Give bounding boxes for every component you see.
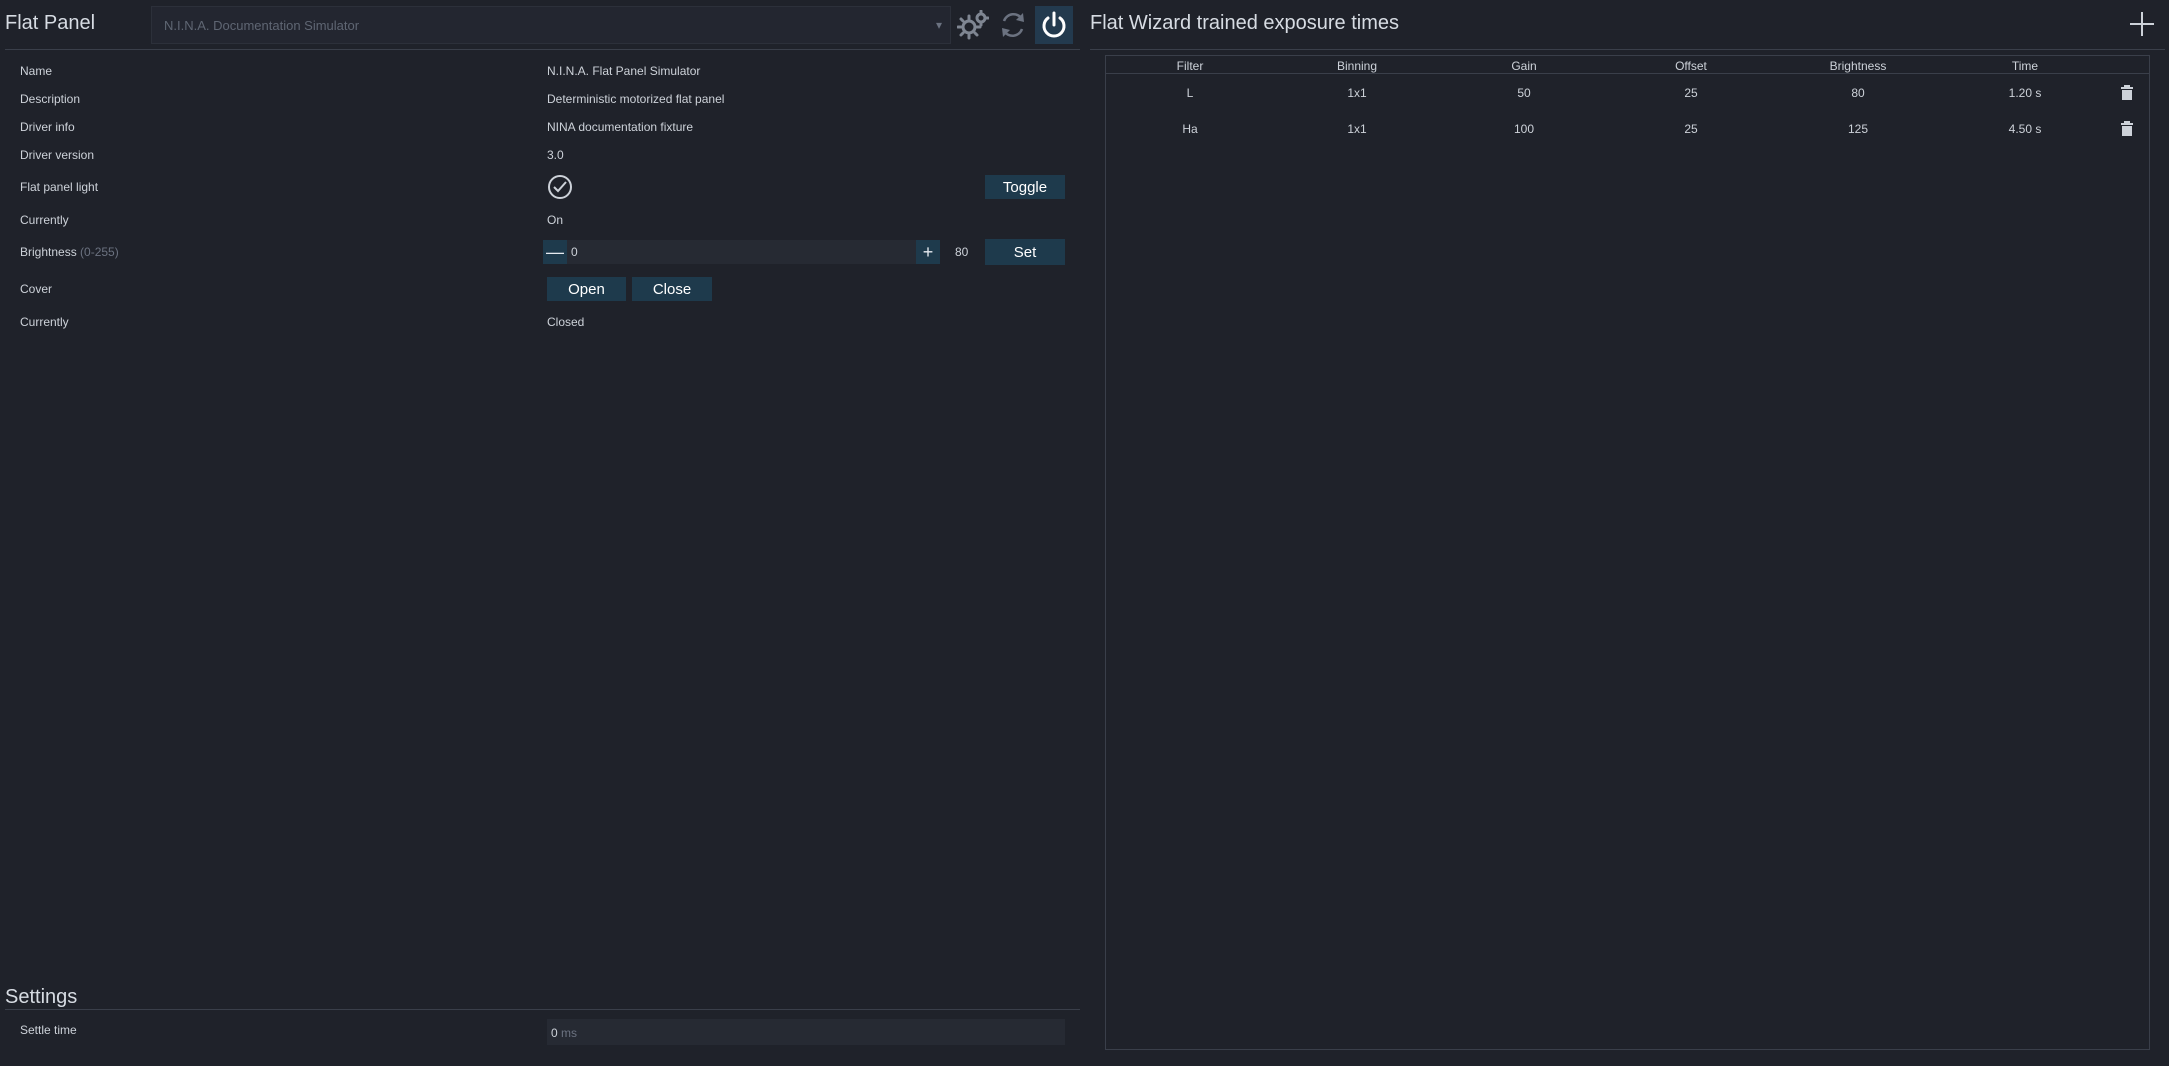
cell-brightness: 80 [1851, 86, 1865, 100]
device-select-value: N.I.N.A. Documentation Simulator [164, 18, 360, 33]
settings-button[interactable] [954, 6, 992, 44]
column-header-offset: Offset [1675, 59, 1707, 73]
brightness-label: Brightness (0-255) [20, 245, 119, 259]
close-cover-button[interactable]: Close [632, 277, 712, 301]
set-brightness-button[interactable]: Set [985, 239, 1065, 265]
cell-binning: 1x1 [1347, 86, 1367, 100]
increment-button[interactable]: + [916, 240, 940, 264]
cell-offset: 25 [1684, 86, 1698, 100]
description-label: Description [20, 92, 81, 106]
header-divider [5, 49, 1080, 50]
trash-icon[interactable] [2121, 85, 2133, 100]
cell-gain: 100 [1513, 122, 1535, 136]
table-header: Filter Binning Gain Offset Brightness Ti… [1106, 56, 2149, 74]
cell-brightness: 125 [1847, 122, 1869, 136]
power-icon [1042, 11, 1066, 38]
page-title: Flat Panel [5, 12, 96, 34]
device-select[interactable]: N.I.N.A. Documentation Simulator ▾ [151, 6, 951, 44]
trash-icon[interactable] [2121, 121, 2133, 136]
flat-panel-pane: Flat Panel N.I.N.A. Documentation Simula… [0, 0, 1080, 1066]
cell-binning: 1x1 [1347, 122, 1367, 136]
brightness-input[interactable]: 0 [571, 245, 578, 259]
table-row[interactable]: Ha 1x1 100 25 125 4.50 s [1106, 111, 2149, 147]
column-header-binning: Binning [1336, 59, 1378, 73]
column-header-brightness: Brightness [1829, 59, 1887, 73]
toggle-light-button[interactable]: Toggle [985, 175, 1065, 199]
column-header-time: Time [2011, 59, 2039, 73]
light-state-value: On [547, 213, 564, 227]
settings-divider [5, 1009, 1080, 1010]
open-cover-button[interactable]: Open [547, 277, 626, 301]
driver-version-value: 3.0 [547, 148, 564, 162]
cell-gain: 50 [1517, 86, 1531, 100]
check-circle-icon [548, 175, 572, 199]
column-header-gain: Gain [1511, 59, 1537, 73]
refresh-button[interactable] [994, 6, 1032, 44]
driver-info-label: Driver info [20, 120, 75, 134]
refresh-icon [1002, 12, 1024, 38]
settle-time-value: 0 [551, 1026, 558, 1040]
name-value: N.I.N.A. Flat Panel Simulator [547, 64, 701, 78]
cover-state-label: Currently [20, 315, 69, 329]
cover-state-value: Closed [547, 315, 585, 329]
column-header-filter: Filter [1176, 59, 1204, 73]
exposure-times-table: Filter Binning Gain Offset Brightness Ti… [1105, 55, 2150, 1050]
driver-version-label: Driver version [20, 148, 95, 162]
power-button[interactable] [1035, 6, 1073, 44]
settle-time-input[interactable]: 0 ms [547, 1019, 1065, 1045]
brightness-stepper[interactable]: — 0 + [543, 240, 940, 264]
cell-time: 1.20 s [2008, 86, 2042, 100]
flat-panel-light-label: Flat panel light [20, 180, 99, 194]
cover-label: Cover [20, 282, 53, 296]
brightness-range: (0-255) [80, 245, 119, 259]
description-value: Deterministic motorized flat panel [547, 92, 725, 106]
gears-icon [957, 10, 989, 40]
settle-time-label: Settle time [20, 1023, 77, 1037]
settle-time-unit: ms [561, 1026, 578, 1040]
wizard-divider [1090, 49, 2165, 50]
plus-icon[interactable] [2128, 10, 2156, 38]
driver-info-value: NINA documentation fixture [547, 120, 694, 134]
brightness-label-text: Brightness [20, 245, 77, 259]
settings-title: Settings [5, 986, 78, 1008]
table-row[interactable]: L 1x1 50 25 80 1.20 s [1106, 75, 2149, 111]
wizard-title: Flat Wizard trained exposure times [1090, 12, 1400, 34]
cell-time: 4.50 s [2008, 122, 2042, 136]
cell-offset: 25 [1684, 122, 1698, 136]
cell-filter: L [1186, 86, 1194, 100]
name-label: Name [20, 64, 53, 78]
decrement-button[interactable]: — [543, 240, 567, 264]
cell-filter: Ha [1182, 122, 1198, 136]
chevron-down-icon: ▾ [935, 18, 942, 32]
light-state-label: Currently [20, 213, 69, 227]
brightness-current-value: 80 [955, 245, 969, 259]
